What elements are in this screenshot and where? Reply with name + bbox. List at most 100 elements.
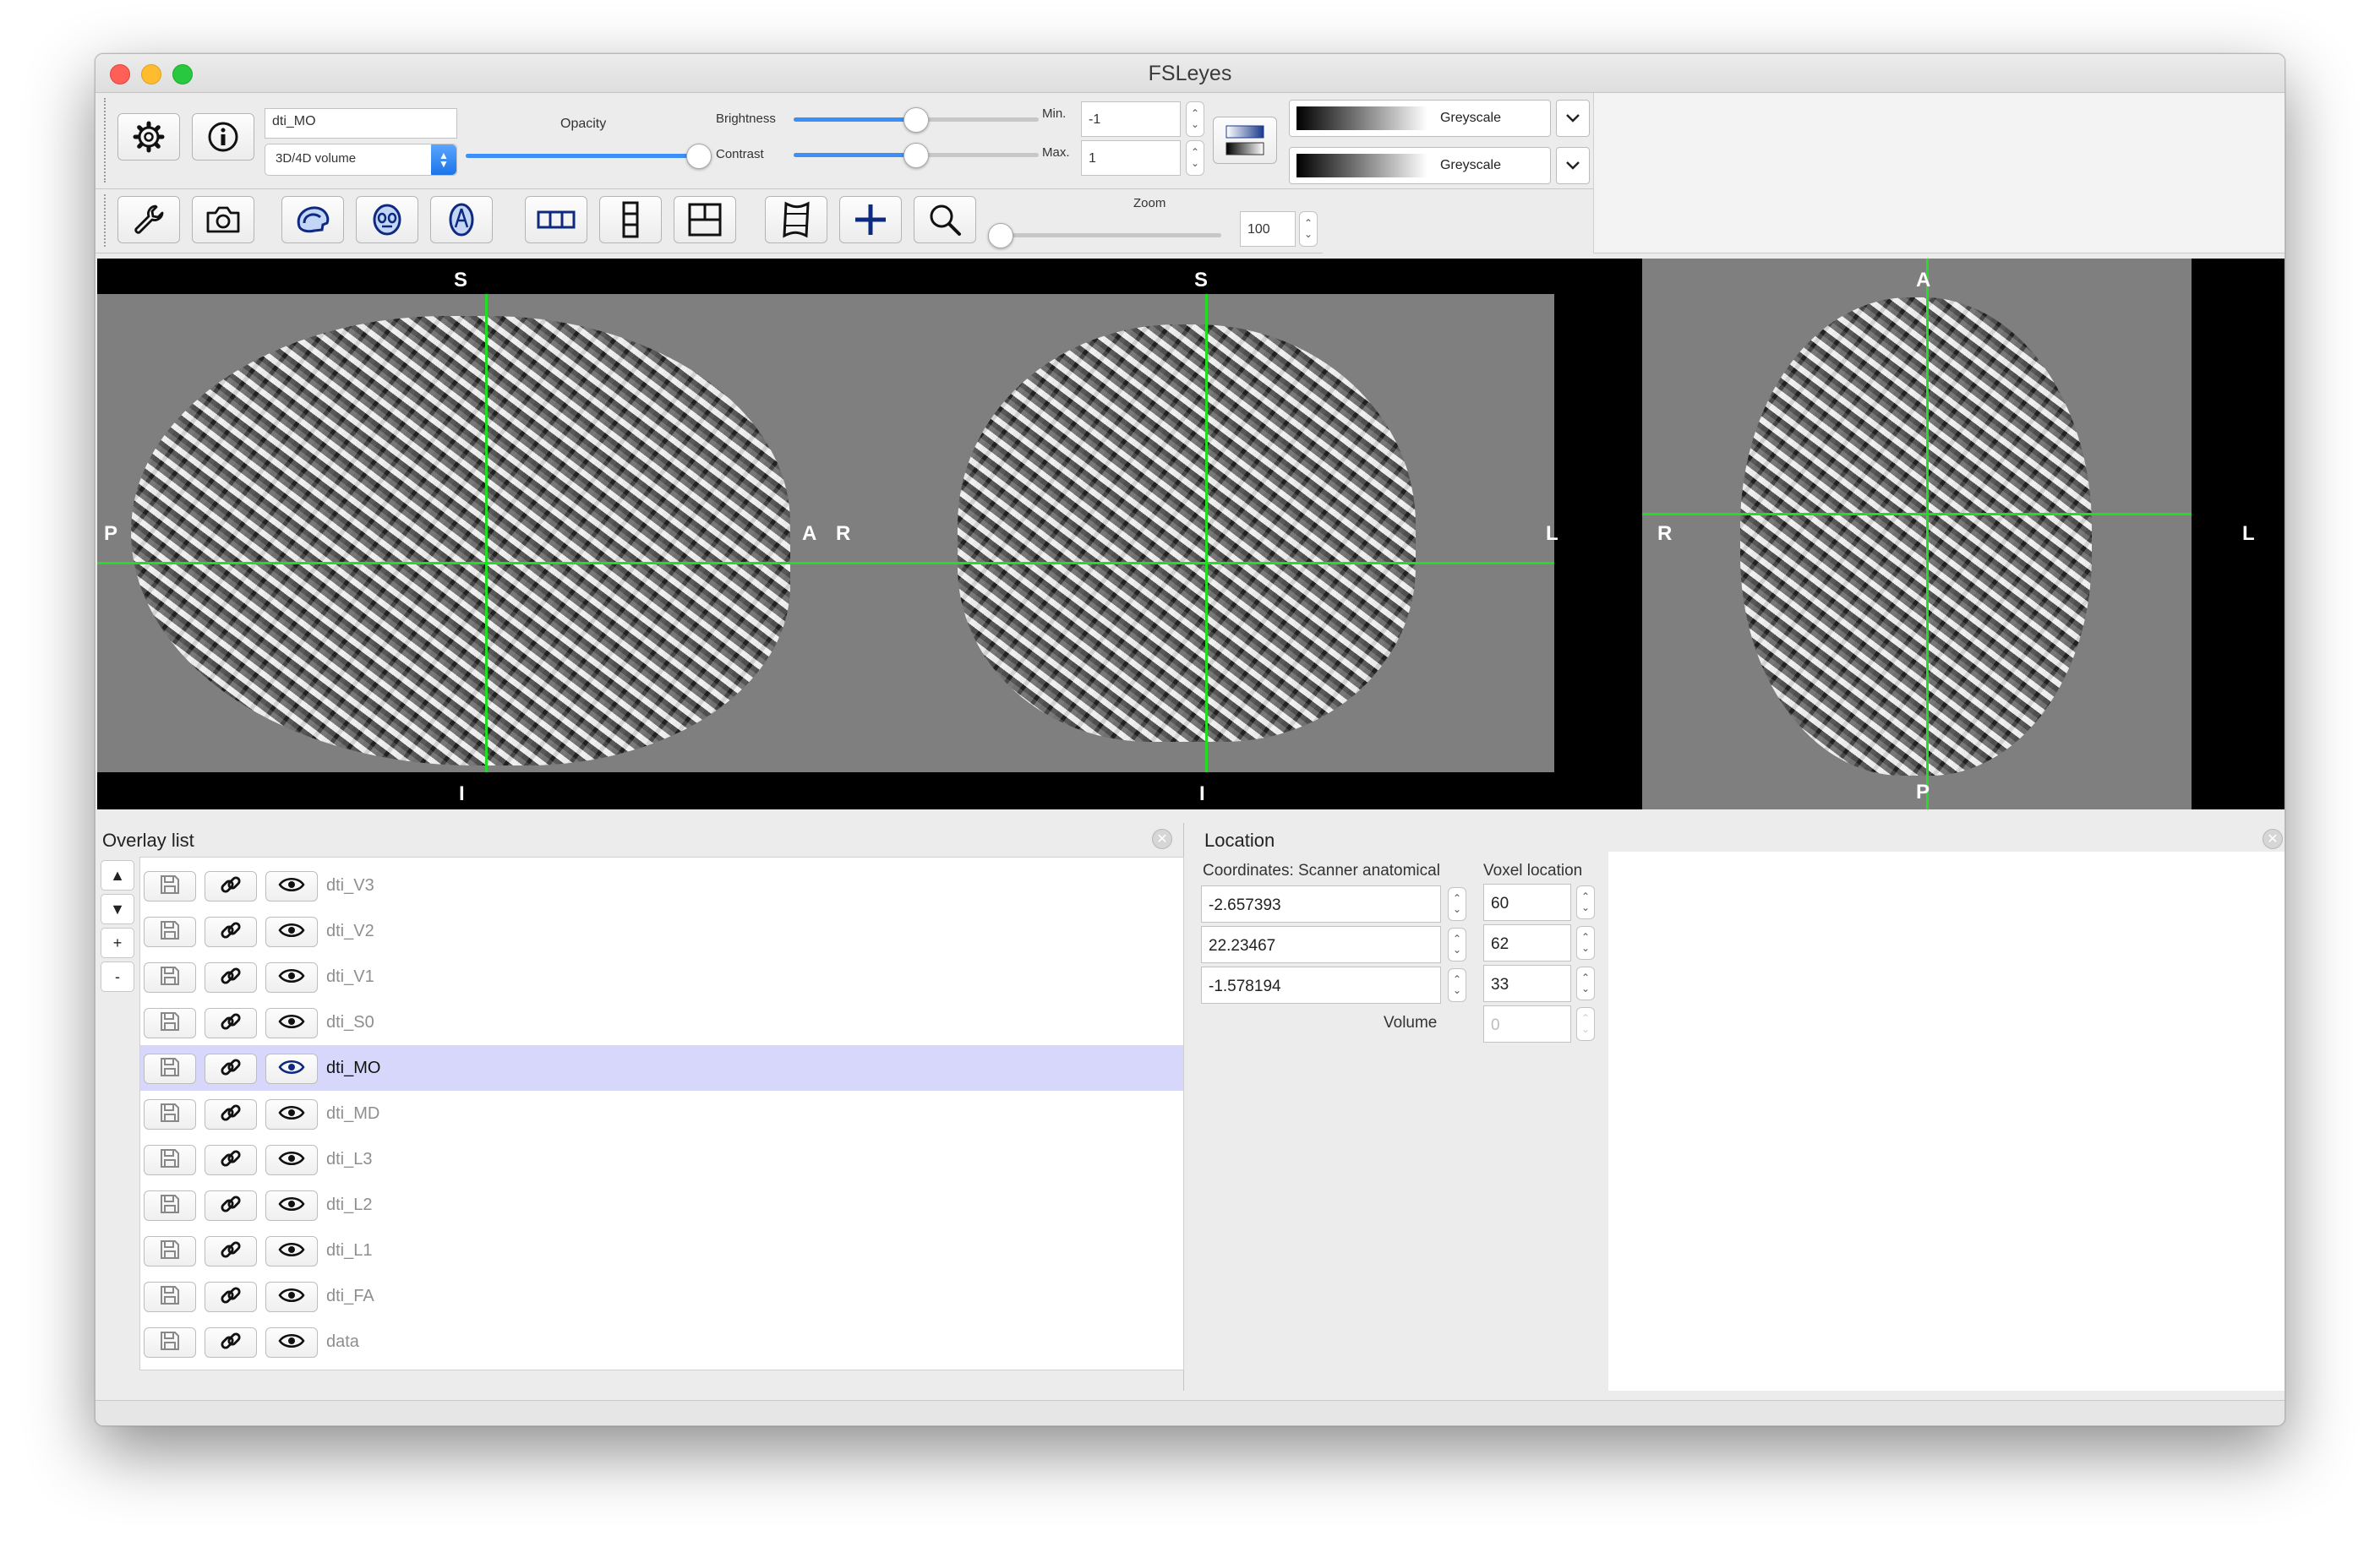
toggle-axial-button[interactable] [430,196,493,243]
save-overlay-button[interactable] [144,871,196,902]
toggle-coronal-button[interactable] [356,196,418,243]
toggle-cursor-button[interactable] [839,196,902,243]
save-overlay-button[interactable] [144,1054,196,1084]
coord-y-field[interactable]: 22.23467 [1201,926,1441,963]
overlay-info-button[interactable] [192,113,254,161]
voxel-z-field[interactable]: 33 [1483,965,1571,1002]
overlay-list-close-icon[interactable]: ✕ [1152,829,1172,849]
colourmap-2-dropdown[interactable] [1556,147,1590,184]
link-overlay-button[interactable] [205,1190,257,1221]
toggle-visibility-button[interactable] [265,871,318,902]
overlay-list-item[interactable]: dti_V3 [140,863,1183,908]
colourmap-select-2[interactable]: Greyscale [1289,147,1551,184]
coronal-canvas[interactable]: S I R L [826,259,1600,809]
link-overlay-button[interactable] [205,962,257,993]
sagittal-canvas[interactable]: S I P A [97,259,826,809]
move-overlay-down-button[interactable]: ▼ [101,894,134,924]
move-overlay-up-button[interactable]: ▲ [101,860,134,891]
save-overlay-button[interactable] [144,1099,196,1130]
link-overlay-button[interactable] [205,1282,257,1312]
zoom-field[interactable]: 100 [1240,211,1296,247]
toggle-visibility-button[interactable] [265,1190,318,1221]
brightness-knob[interactable] [903,107,929,133]
voxel-y-field[interactable]: 62 [1483,924,1571,961]
toggle-visibility-button[interactable] [265,1145,318,1175]
toggle-visibility-button[interactable] [265,1282,318,1312]
opacity-knob[interactable] [686,144,712,169]
add-overlay-button[interactable]: + [101,928,134,958]
screenshot-button[interactable] [192,196,254,243]
zoom-label: Zoom [1133,196,1166,210]
save-overlay-button[interactable] [144,962,196,993]
overlay-list-item[interactable]: dti_FA [140,1273,1183,1319]
overlay-list-item[interactable]: dti_V2 [140,908,1183,954]
max-stepper[interactable]: ⌃ ⌄ [1186,140,1204,176]
link-overlay-button[interactable] [205,917,257,947]
horizontal-layout-button[interactable] [525,196,587,243]
coord-z-field[interactable]: -1.578194 [1201,967,1441,1004]
save-overlay-button[interactable] [144,1282,196,1312]
settings-button[interactable] [117,113,180,161]
overlay-list-item[interactable]: dti_V1 [140,954,1183,1000]
toggle-visibility-button[interactable] [265,1236,318,1267]
zoom-knob[interactable] [988,223,1013,248]
axial-canvas[interactable]: A P R L [1600,259,2284,809]
coord-x-stepper[interactable]: ⌃ ⌄ [1448,887,1466,921]
vertical-layout-button[interactable] [599,196,662,243]
overlay-list-item[interactable]: dti_L2 [140,1182,1183,1228]
link-overlay-button[interactable] [205,1054,257,1084]
save-overlay-button[interactable] [144,917,196,947]
min-field[interactable]: -1 [1081,101,1181,137]
reset-zoom-button[interactable] [914,196,976,243]
toggle-sagittal-button[interactable] [281,196,344,243]
coord-x-field[interactable]: -2.657393 [1201,885,1441,923]
location-close-icon[interactable]: ✕ [2263,829,2283,849]
link-overlay-button[interactable] [205,871,257,902]
link-overlay-button[interactable] [205,1327,257,1358]
link-overlay-button[interactable] [205,1099,257,1130]
voxel-x-field[interactable]: 60 [1483,884,1571,921]
overlay-list-item[interactable]: data [140,1319,1183,1365]
remove-overlay-button[interactable]: - [101,961,134,992]
toggle-visibility-button[interactable] [265,962,318,993]
save-overlay-button[interactable] [144,1327,196,1358]
toolbar-grip[interactable] [104,98,107,182]
colourmap-select-1[interactable]: Greyscale [1289,100,1551,137]
view-settings-button[interactable] [117,196,180,243]
toggle-visibility-button[interactable] [265,1008,318,1038]
voxel-z-stepper[interactable]: ⌃ ⌄ [1576,967,1595,1000]
link-overlay-button[interactable] [205,1008,257,1038]
toggle-visibility-button[interactable] [265,917,318,947]
contrast-knob[interactable] [903,143,929,168]
save-overlay-button[interactable] [144,1145,196,1175]
save-overlay-button[interactable] [144,1190,196,1221]
voxel-y-stepper[interactable]: ⌃ ⌄ [1576,926,1595,960]
movie-mode-button[interactable] [765,196,827,243]
min-stepper[interactable]: ⌃ ⌄ [1186,101,1204,137]
toolbar-grip[interactable] [104,194,107,247]
overlay-list-item[interactable]: dti_MD [140,1091,1183,1136]
toggle-visibility-button[interactable] [265,1099,318,1130]
colourmap-1-dropdown[interactable] [1556,100,1590,137]
save-overlay-button[interactable] [144,1008,196,1038]
overlay-list-item[interactable]: dti_L3 [140,1136,1183,1182]
max-field[interactable]: 1 [1081,140,1181,176]
link-overlay-button[interactable] [205,1236,257,1267]
colourmap-resolution-button[interactable] [1213,117,1277,164]
zoom-stepper[interactable]: ⌃ ⌄ [1299,211,1318,247]
save-overlay-button[interactable] [144,1236,196,1267]
overlay-list-item[interactable]: dti_S0 [140,1000,1183,1045]
coord-z-stepper[interactable]: ⌃ ⌄ [1448,968,1466,1002]
overlay-list-item[interactable]: dti_MO [140,1045,1183,1091]
link-overlay-button[interactable] [205,1145,257,1175]
overlay-type-select[interactable]: 3D/4D volume ▲ ▼ [265,144,457,176]
toggle-visibility-button[interactable] [265,1327,318,1358]
overlay-list-item[interactable]: dti_L1 [140,1228,1183,1273]
coord-y-stepper[interactable]: ⌃ ⌄ [1448,928,1466,961]
toggle-visibility-button[interactable] [265,1054,318,1084]
zoom-slider[interactable] [991,233,1221,237]
overlay-name-field[interactable]: dti_MO [265,108,457,139]
grid-layout-button[interactable] [674,196,736,243]
voxel-x-stepper[interactable]: ⌃ ⌄ [1576,885,1595,919]
ortho-view[interactable]: S I P A S I R L A P R L [97,259,2284,809]
